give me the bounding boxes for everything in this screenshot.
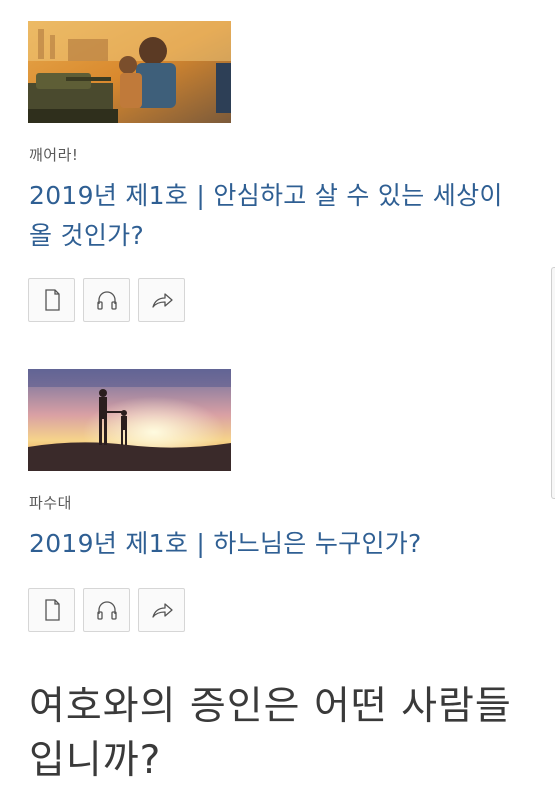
article-1-publication: 깨어라! — [29, 146, 79, 164]
article-1-actions — [28, 278, 185, 322]
article-2-listen-button[interactable] — [83, 588, 130, 632]
scrollbar[interactable] — [551, 267, 555, 499]
headphones-icon — [96, 291, 117, 310]
article-2-read-button[interactable] — [28, 588, 75, 632]
article-1-thumbnail[interactable] — [28, 21, 231, 123]
article-1-share-button[interactable] — [138, 278, 185, 322]
section-heading: 여호와의 증인은 어떤 사람들입니까? — [29, 684, 512, 783]
document-icon — [44, 289, 60, 311]
share-icon — [151, 603, 173, 618]
article-2-title-link[interactable]: 2019년 제1호 | 하느님은 누구인가? — [29, 524, 529, 564]
article-2-actions — [28, 588, 185, 632]
awake-cover-illustration — [28, 21, 231, 123]
document-icon — [44, 599, 60, 621]
article-1-title-link[interactable]: 2019년 제1호 | 안심하고 살 수 있는 세상이 올 것인가? — [29, 176, 529, 256]
article-2-thumbnail[interactable] — [28, 369, 231, 471]
article-2-publication: 파수대 — [29, 494, 72, 512]
article-2-share-button[interactable] — [138, 588, 185, 632]
article-1-listen-button[interactable] — [83, 278, 130, 322]
watchtower-cover-photo — [28, 369, 231, 471]
article-1-read-button[interactable] — [28, 278, 75, 322]
share-icon — [151, 293, 173, 308]
headphones-icon — [96, 601, 117, 620]
